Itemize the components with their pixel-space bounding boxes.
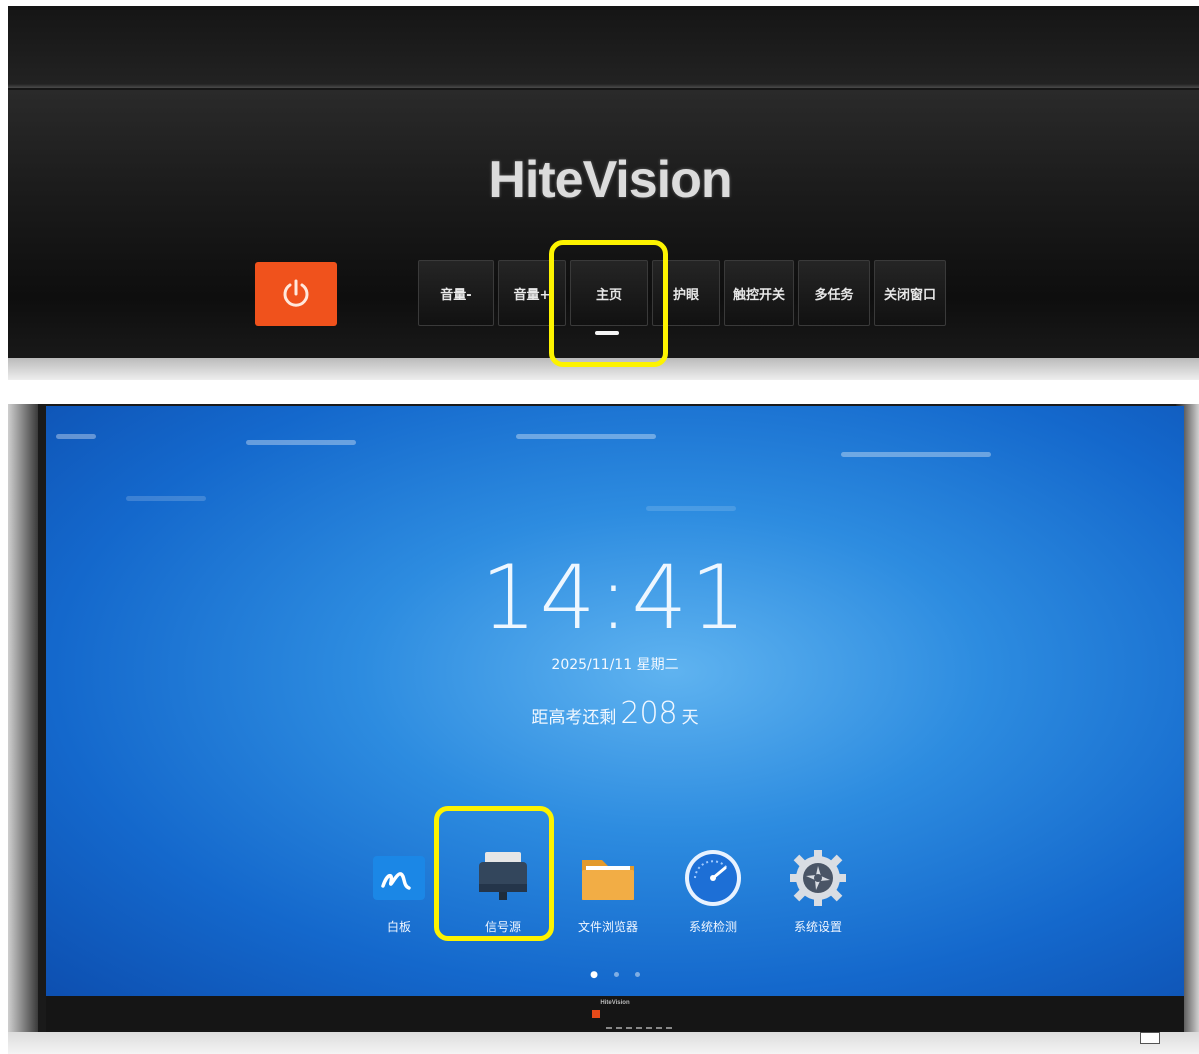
screen-glare	[246, 440, 356, 445]
app-label: 白板	[386, 920, 411, 934]
screen-glare	[126, 496, 206, 501]
highlight-signal-source	[434, 806, 554, 941]
screen-glare	[56, 434, 96, 439]
clock-time: 14:41	[480, 546, 750, 649]
touch-toggle-button[interactable]: 触控开关	[724, 260, 794, 326]
corner-badge	[1140, 1032, 1160, 1044]
bezel-brand: HiteVision	[600, 1000, 630, 1006]
volume-down-button[interactable]: 音量-	[418, 260, 494, 326]
home-page-icon[interactable]: ●	[590, 970, 598, 980]
home-screen: 14:41 2025/11/11 星期二 距高考还剩 208 天 白板 信号源 …	[46, 406, 1184, 996]
page-dot[interactable]	[634, 972, 640, 977]
app-label: 系统设置	[793, 920, 842, 934]
wall-below	[8, 1032, 1199, 1054]
whiteboard-icon	[367, 846, 431, 910]
panel-top-strip	[8, 6, 1199, 88]
countdown-suffix: 天	[681, 708, 699, 728]
screen-glare	[841, 452, 991, 457]
app-file-browser[interactable]: 文件浏览器	[563, 846, 653, 935]
power-button[interactable]	[255, 262, 337, 326]
app-system-check[interactable]: 系统检测	[668, 846, 758, 935]
bezel-power-icon	[592, 1010, 600, 1018]
countdown-days: 208	[620, 696, 678, 731]
exam-countdown: 距高考还剩 208 天	[46, 696, 1184, 731]
page-dot[interactable]	[613, 972, 619, 977]
gear-icon	[786, 846, 850, 910]
folder-icon	[576, 846, 640, 910]
left-edge	[8, 404, 38, 1054]
clock-date: 2025/11/11 星期二	[551, 657, 679, 673]
app-label: 系统检测	[688, 920, 737, 934]
page-indicator: ●	[46, 964, 1184, 983]
screen-bottom-bezel: HiteVision	[46, 996, 1184, 1032]
app-system-settings[interactable]: 系统设置	[773, 846, 863, 935]
brand-logo: HiteVision	[488, 151, 732, 209]
highlight-home-button	[549, 240, 668, 367]
multitask-button[interactable]: 多任务	[798, 260, 870, 326]
app-whiteboard[interactable]: 白板	[354, 846, 444, 935]
screen-photo: 14:41 2025/11/11 星期二 距高考还剩 208 天 白板 信号源 …	[8, 404, 1199, 1054]
screen-glare	[516, 434, 656, 439]
power-icon	[283, 279, 309, 307]
app-label: 文件浏览器	[577, 920, 638, 934]
close-window-button[interactable]: 关闭窗口	[874, 260, 946, 326]
bezel-keys	[606, 1014, 676, 1033]
countdown-prefix: 距高考还剩	[531, 708, 617, 728]
screen-glare	[646, 506, 736, 511]
gauge-icon	[681, 846, 745, 910]
